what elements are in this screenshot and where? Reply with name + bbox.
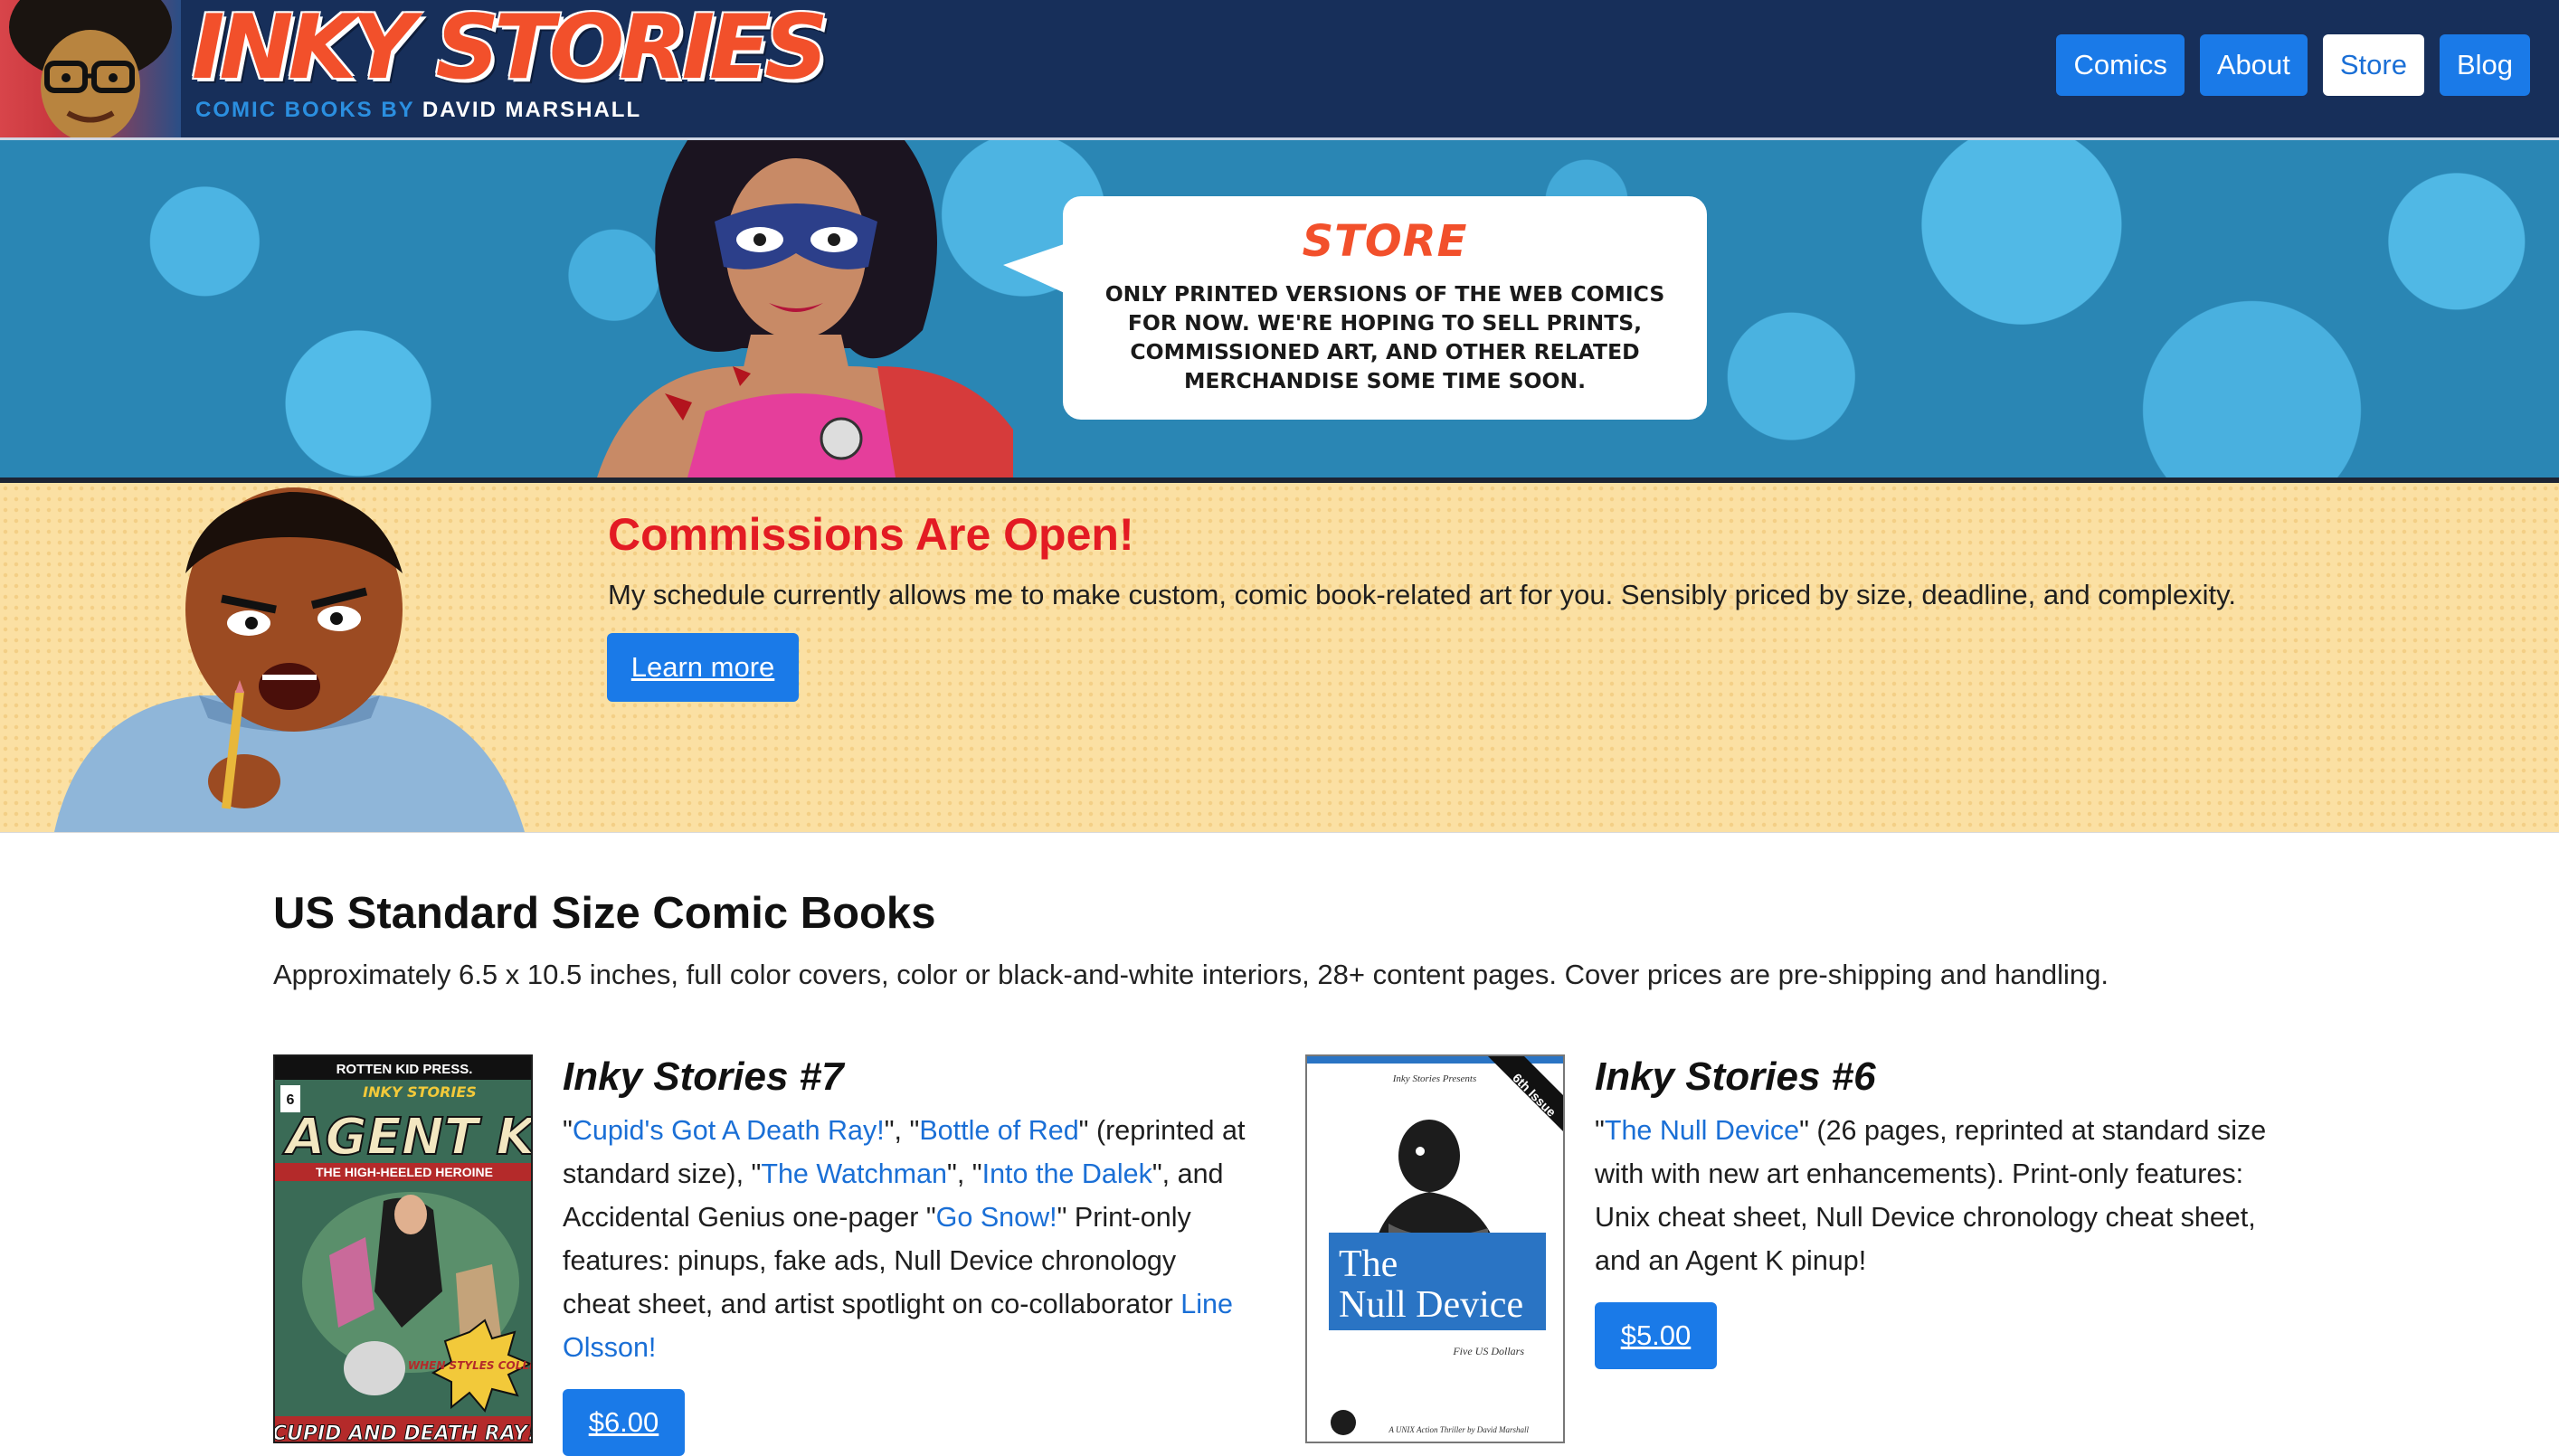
link-go-snow[interactable]: Go Snow! [936,1202,1057,1233]
commissions-banner: Commissions Are Open! My schedule curren… [0,483,2559,833]
site-logo-title[interactable]: INKY STORIES [192,0,829,98]
learn-more-button[interactable]: Learn more [607,633,799,702]
link-the-null-device[interactable]: The Null Device [1605,1115,1799,1146]
product-title: Inky Stories #6 [1595,1054,1876,1099]
store-speech-bubble: STORE ONLY PRINTED VERSIONS OF THE WEB C… [1003,196,1707,420]
cover-series: INKY STORIES [363,1083,477,1101]
section-description: Approximately 6.5 x 10.5 inches, full co… [273,959,2109,990]
cover-presents: Inky Stories Presents [1392,1073,1476,1084]
cover-hero-name: AGENT K [282,1108,533,1167]
cover-tagline: THE HIGH-HEELED HEROINE [316,1165,493,1179]
nav-blog[interactable]: Blog [2439,34,2530,96]
section-heading: US Standard Size Comic Books [273,889,936,938]
product-description: "Cupid's Got A Death Ray!", "Bottle of R… [563,1109,1250,1369]
site-logo-subtitle: COMIC BOOKS BY DAVID MARSHALL [195,98,641,123]
cover-publisher: ROTTEN KID PRESS. [336,1062,473,1077]
store-intro-text: ONLY PRINTED VERSIONS OF THE WEB COMICS … [1104,281,1665,393]
heroine-illustration [597,140,1013,477]
product-title: Inky Stories #7 [563,1054,844,1099]
inky-stories-6-cover[interactable]: Inky Stories Presents 6th Issue The Null… [1305,1054,1565,1443]
logo-sub-name: DAVID MARSHALL [422,98,642,122]
cover-title-line1: The [1339,1243,1398,1285]
product-description: "The Null Device" (26 pages, reprinted a… [1595,1109,2282,1282]
link-cupids-got-a-death-ray[interactable]: Cupid's Got A Death Ray! [573,1115,885,1146]
product-info: Inky Stories #7 "Cupid's Got A Death Ray… [563,1054,1250,1456]
link-the-watchman[interactable]: The Watchman [761,1158,947,1189]
buy-button-issue-6[interactable]: $5.00 [1595,1302,1717,1369]
desc-text: " [563,1115,573,1146]
inky-stories-7-cover[interactable]: ROTTEN KID PRESS. 6 INKY STORIES AGENT K… [273,1054,533,1443]
site-header: INKY STORIES COMIC BOOKS BY DAVID MARSHA… [0,0,2559,140]
artist-kid-illustration [54,487,525,832]
speech-bubble-tail [1003,243,1066,294]
cover-title-line2: Null Device [1339,1284,1523,1326]
desc-text: ", " [884,1115,920,1146]
main-nav: Comics About Store Blog [2056,34,2530,96]
link-bottle-of-red[interactable]: Bottle of Red [919,1115,1078,1146]
nav-comics[interactable]: Comics [2056,34,2185,96]
cover-issue-number: 6 [287,1092,295,1108]
buy-button-issue-7[interactable]: $6.00 [563,1389,685,1456]
desc-text: ", " [947,1158,982,1189]
nav-about[interactable]: About [2199,34,2308,96]
store-hero-banner: STORE ONLY PRINTED VERSIONS OF THE WEB C… [0,140,2559,483]
logo-sub-prefix: COMIC BOOKS BY [195,98,415,122]
link-into-the-dalek[interactable]: Into the Dalek [982,1158,1152,1189]
product-info: Inky Stories #6 "The Null Device" (26 pa… [1595,1054,2282,1369]
cover-burst: WHEN STYLES COLLIDE! [408,1359,533,1372]
store-heading: STORE [1302,216,1468,267]
nav-store[interactable]: Store [2322,34,2424,96]
cover-price-line: Five US Dollars [1452,1345,1524,1357]
author-avatar[interactable] [0,0,181,137]
commissions-description: My schedule currently allows me to make … [608,579,2236,610]
commissions-title: Commissions Are Open! [608,509,1134,560]
desc-text: " [1595,1115,1605,1146]
